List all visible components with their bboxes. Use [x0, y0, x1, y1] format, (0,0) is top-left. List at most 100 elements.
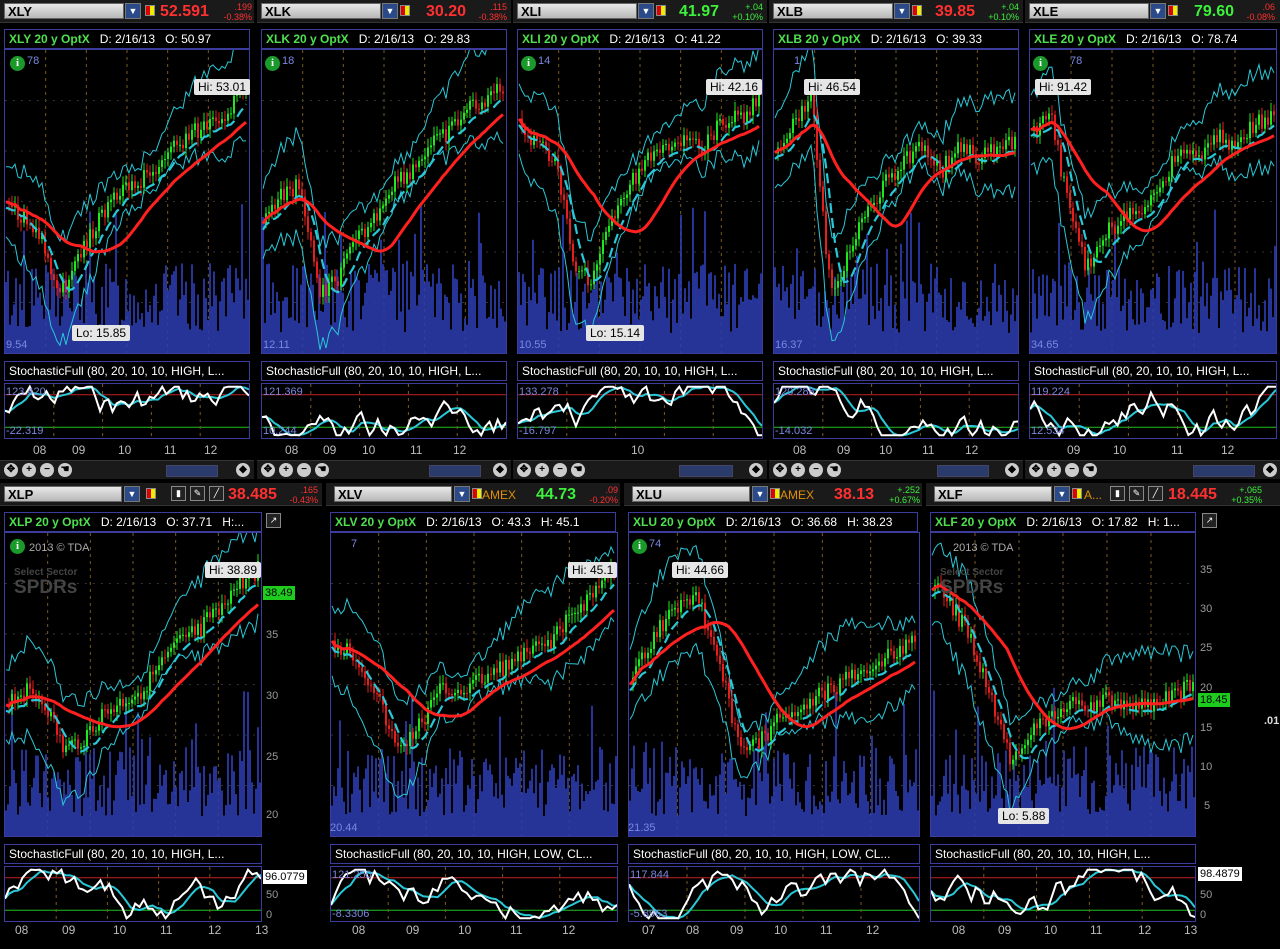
candle-body — [86, 240, 88, 248]
chevron-down-icon[interactable]: ▼ — [124, 486, 140, 502]
candle-body — [233, 589, 235, 591]
candle-body — [590, 284, 592, 286]
symbol-input[interactable]: XLI — [517, 3, 637, 19]
trend-icon[interactable]: ↗ — [1202, 513, 1217, 528]
info-icon[interactable]: i — [10, 56, 25, 71]
pencil-icon[interactable]: ✎ — [1129, 486, 1144, 501]
chevron-down-icon[interactable]: ▼ — [125, 3, 141, 19]
hand-icon[interactable]: ☚ — [58, 463, 72, 477]
candle-body — [852, 245, 854, 252]
zoom-in-icon[interactable]: + — [535, 463, 549, 477]
volume-bar — [411, 699, 413, 836]
zoom-in-icon[interactable]: + — [1047, 463, 1061, 477]
volume-bar — [167, 290, 169, 353]
volume-bar — [217, 330, 219, 353]
candle-body — [894, 173, 896, 180]
symbol-input[interactable]: XLY — [4, 3, 124, 19]
pan-icon[interactable]: ✥ — [1029, 463, 1043, 477]
hand-icon[interactable]: ☚ — [315, 463, 329, 477]
x-tick: 10 — [362, 443, 376, 457]
style-icon[interactable]: ▮ — [1110, 486, 1125, 501]
info-icon[interactable]: i — [265, 56, 280, 71]
volume-bar — [51, 268, 53, 353]
zoom-in-icon[interactable]: + — [279, 463, 293, 477]
zoom-out-icon[interactable]: − — [1065, 463, 1079, 477]
candle-body — [430, 145, 432, 148]
symbol-input[interactable]: XLU — [632, 486, 750, 502]
zoom-out-icon[interactable]: − — [809, 463, 823, 477]
zoom-out-icon[interactable]: − — [40, 463, 54, 477]
volume-bar — [450, 329, 452, 353]
info-icon[interactable]: i — [1033, 56, 1048, 71]
chart-scrollbar[interactable] — [1193, 465, 1255, 477]
chevron-down-icon[interactable]: ▼ — [454, 486, 470, 502]
volume-bar — [374, 269, 376, 353]
info-icon[interactable]: i — [521, 56, 536, 71]
chart-scrollbar[interactable] — [937, 465, 989, 477]
chart-name: XLF 20 y OptX — [935, 515, 1017, 529]
zoom-in-icon[interactable]: + — [791, 463, 805, 477]
drawing-icon[interactable]: ╱ — [1148, 486, 1163, 501]
symbol-input[interactable]: XLB — [773, 3, 893, 19]
chevron-down-icon[interactable]: ▼ — [1054, 486, 1070, 502]
candle-body — [325, 284, 327, 297]
zoom-in-icon[interactable]: + — [22, 463, 36, 477]
candle-body — [1144, 207, 1146, 214]
expand-icon[interactable]: ◆ — [749, 463, 763, 477]
chevron-down-icon[interactable]: ▼ — [752, 486, 768, 502]
volume-bar — [581, 783, 583, 836]
info-icon[interactable]: i — [632, 539, 647, 554]
symbol-input[interactable]: XLF — [934, 486, 1052, 502]
expand-icon[interactable]: ◆ — [493, 463, 507, 477]
chart-panel-xli: XLI ▼ 41.97 +.04 +0.10% XLI 20 y OptX D: 2… — [513, 0, 767, 480]
candle-body — [511, 658, 513, 670]
pan-icon[interactable]: ✥ — [773, 463, 787, 477]
pan-icon[interactable]: ✥ — [261, 463, 275, 477]
candle-body — [860, 670, 862, 675]
chart-scrollbar[interactable] — [166, 465, 218, 477]
chart-panel-xle: XLE ▼ 79.60 .06 -0.08% XLE 20 y OptX D: 2/… — [1025, 0, 1280, 480]
trend-icon[interactable]: ↗ — [266, 513, 281, 528]
volume-bar — [611, 803, 613, 836]
hand-icon[interactable]: ☚ — [1083, 463, 1097, 477]
zoom-out-icon[interactable]: − — [553, 463, 567, 477]
hand-icon[interactable]: ☚ — [571, 463, 585, 477]
pencil-icon[interactable]: ✎ — [190, 486, 205, 501]
symbol-input[interactable]: XLV — [334, 486, 452, 502]
volume-bar — [171, 274, 173, 353]
chevron-down-icon[interactable]: ▼ — [382, 3, 398, 19]
style-icon[interactable]: ▮ — [171, 486, 186, 501]
hand-icon[interactable]: ☚ — [827, 463, 841, 477]
pan-icon[interactable]: ✥ — [517, 463, 531, 477]
volume-bar — [1210, 295, 1212, 353]
candle-body — [572, 243, 574, 262]
symbol-input[interactable]: XLK — [261, 3, 381, 19]
candle-body — [845, 671, 847, 680]
volume-bar — [1023, 764, 1025, 836]
chevron-down-icon[interactable]: ▼ — [638, 3, 654, 19]
y-axis-tick: 30 — [266, 690, 279, 702]
stoch-bottom: -8.3306 — [332, 908, 370, 920]
chart-scrollbar[interactable] — [679, 465, 733, 477]
candle-body — [795, 118, 797, 120]
volume-bar — [485, 758, 487, 836]
info-icon[interactable]: i — [10, 539, 25, 554]
expand-icon[interactable]: ◆ — [1005, 463, 1019, 477]
chevron-down-icon[interactable]: ▼ — [894, 3, 910, 19]
expand-icon[interactable]: ◆ — [236, 463, 250, 477]
zoom-out-icon[interactable]: − — [297, 463, 311, 477]
candle-body — [1027, 739, 1029, 746]
candle-body — [698, 592, 700, 604]
volume-bar — [841, 781, 843, 836]
volume-bar — [381, 749, 383, 836]
chevron-down-icon[interactable]: ▼ — [1150, 3, 1166, 19]
candle-body — [71, 270, 73, 280]
candle-body — [191, 626, 193, 633]
chart-scrollbar[interactable] — [429, 465, 481, 477]
symbol-input[interactable]: XLP — [4, 486, 122, 502]
symbol-input[interactable]: XLE — [1029, 3, 1149, 19]
volume-bar — [891, 758, 893, 836]
pan-icon[interactable]: ✥ — [4, 463, 18, 477]
drawing-icon[interactable]: ╱ — [209, 486, 224, 501]
expand-icon[interactable]: ◆ — [1263, 463, 1277, 477]
